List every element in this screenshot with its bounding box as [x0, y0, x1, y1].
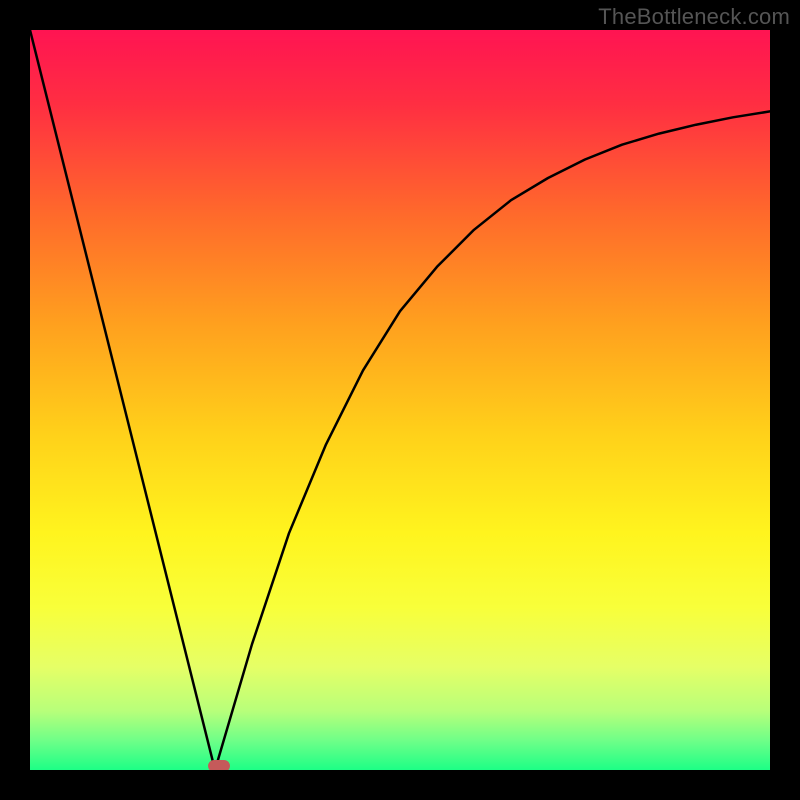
- plot-area: [30, 30, 770, 770]
- watermark-text: TheBottleneck.com: [598, 4, 790, 30]
- chart-frame: TheBottleneck.com: [0, 0, 800, 800]
- bottleneck-curve: [30, 30, 770, 770]
- bottleneck-marker: [208, 760, 230, 770]
